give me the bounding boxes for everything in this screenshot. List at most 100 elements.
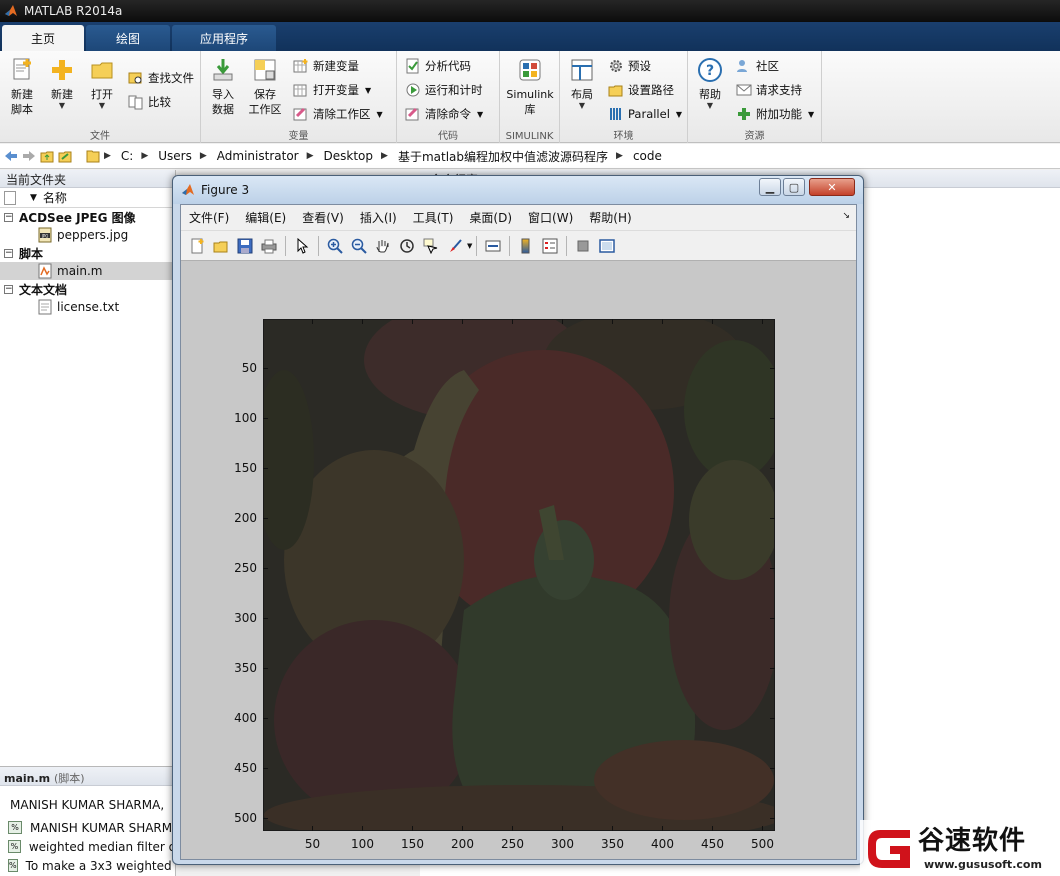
dock-arrow-icon[interactable]: ↘ — [842, 211, 850, 221]
open-button[interactable]: 打开 ▼ — [82, 57, 122, 110]
import-data-button[interactable]: 导入 数据 — [203, 57, 243, 117]
tab-plots[interactable]: 绘图 — [86, 25, 170, 51]
ribbon-group-code: 分析代码 运行和计时 清除命令 ▼ 代码 — [397, 51, 500, 143]
category-text[interactable]: − 文本文档 — [0, 280, 175, 298]
find-files-button[interactable]: 查找文件 — [128, 68, 194, 88]
help-button[interactable]: ? 帮助 ▼ — [690, 57, 730, 110]
up-folder-icon[interactable] — [40, 149, 54, 163]
toolbar-separator — [566, 235, 568, 256]
new-variable-button[interactable]: 新建变量 — [293, 56, 359, 76]
menu-insert[interactable]: 插入(I) — [352, 209, 405, 226]
clear-workspace-button[interactable]: 清除工作区 ▼ — [293, 104, 383, 124]
preferences-button[interactable]: 预设 — [608, 56, 651, 76]
figure-titlebar[interactable]: Figure 3 ▁ ▢ ✕ — [173, 176, 863, 204]
colorbar-icon[interactable] — [517, 237, 535, 255]
ribbon-group-variable: 导入 数据 保存 工作区 新建变量 打开变量 ▼ 清除工作区 ▼ 变量 — [201, 51, 397, 143]
breadcrumb-separator: ▶ — [199, 151, 207, 161]
menu-edit[interactable]: 编辑(E) — [237, 209, 294, 226]
axes-area[interactable]: 50 100 150 200 250 300 350 400 450 500 50 100 150 20… — [181, 261, 856, 859]
collapse-icon[interactable]: − — [4, 284, 13, 294]
x-tick-label: 100 — [351, 837, 374, 851]
menu-window[interactable]: 窗口(W) — [520, 209, 581, 226]
request-support-button[interactable]: 请求支持 — [736, 80, 802, 100]
request-support-icon — [736, 84, 752, 96]
analyze-code-button[interactable]: 分析代码 — [405, 56, 471, 76]
set-path-button[interactable]: 设置路径 — [608, 80, 674, 100]
new-figure-icon[interactable] — [188, 237, 206, 255]
run-and-time-button[interactable]: 运行和计时 — [405, 80, 483, 100]
menu-tools[interactable]: 工具(T) — [405, 209, 462, 226]
addons-label: 附加功能 — [756, 107, 802, 121]
minimize-button[interactable]: ▁ — [759, 178, 781, 196]
compare-button[interactable]: 比较 — [128, 92, 171, 112]
axis-ticks — [263, 319, 775, 831]
save-workspace-button[interactable]: 保存 工作区 — [245, 57, 285, 117]
layout-icon — [571, 59, 593, 81]
details-row-text: weighted median filter o — [28, 839, 176, 854]
category-script[interactable]: − 脚本 — [0, 244, 175, 262]
y-tick-label: 350 — [234, 660, 257, 675]
tab-home[interactable]: 主页 — [2, 25, 84, 51]
new-script-button[interactable]: 新建 脚本 — [2, 57, 42, 117]
save-ws-label-2: 工作区 — [248, 103, 282, 116]
simulink-library-button[interactable]: Simulink 库 — [502, 57, 558, 117]
file-item-main[interactable]: main.m — [0, 262, 175, 280]
parallel-button[interactable]: Parallel ▼ — [608, 104, 682, 124]
tab-apps[interactable]: 应用程序 — [172, 25, 276, 51]
request-support-label: 请求支持 — [756, 83, 802, 97]
layout-label: 布局 — [571, 88, 593, 101]
new-button[interactable]: 新建 ▼ — [42, 57, 82, 110]
hide-plot-tools-icon[interactable] — [574, 237, 592, 255]
layout-button[interactable]: 布局 ▼ — [562, 57, 602, 110]
breadcrumb-desktop[interactable]: Desktop — [324, 149, 374, 163]
open-variable-button[interactable]: 打开变量 ▼ — [293, 80, 371, 100]
y-tick-label: 400 — [234, 710, 257, 725]
breadcrumb-administrator[interactable]: Administrator — [217, 149, 299, 163]
community-button[interactable]: 社区 — [736, 56, 779, 76]
address-bar: ▶ C: ▶ Users ▶ Administrator ▶ Desktop ▶… — [0, 144, 1060, 169]
clear-commands-icon — [405, 107, 419, 121]
maximize-button[interactable]: ▢ — [783, 178, 805, 196]
breadcrumb-code[interactable]: code — [633, 149, 662, 163]
back-arrow-icon[interactable] — [4, 149, 18, 163]
menu-help[interactable]: 帮助(H) — [581, 209, 639, 226]
rotate-3d-icon[interactable] — [398, 237, 416, 255]
brush-icon[interactable] — [446, 237, 464, 255]
column-header[interactable]: ▼ 名称 — [0, 188, 175, 208]
forward-arrow-icon[interactable] — [22, 149, 36, 163]
collapse-icon[interactable]: − — [4, 212, 13, 222]
breadcrumb-users[interactable]: Users — [158, 149, 192, 163]
chevron-down-icon[interactable]: ▼ — [467, 242, 472, 250]
menu-desktop[interactable]: 桌面(D) — [461, 209, 520, 226]
save-icon[interactable] — [236, 237, 254, 255]
file-item-license[interactable]: license.txt — [0, 298, 175, 316]
pan-hand-icon[interactable] — [374, 237, 392, 255]
pointer-icon[interactable] — [293, 237, 311, 255]
file-item-peppers[interactable]: JPG peppers.jpg — [0, 226, 175, 244]
data-cursor-icon[interactable] — [422, 237, 440, 255]
zoom-out-icon[interactable] — [350, 237, 368, 255]
details-row-text: MANISH KUMAR SHARM — [30, 820, 173, 835]
legend-icon[interactable] — [541, 237, 559, 255]
menu-view[interactable]: 查看(V) — [294, 209, 352, 226]
close-button[interactable]: ✕ — [809, 178, 855, 196]
browse-folder-icon[interactable] — [58, 149, 72, 163]
addons-button[interactable]: 附加功能 ▼ — [736, 104, 814, 124]
x-tick-label: 400 — [651, 837, 674, 851]
menu-file[interactable]: 文件(F) — [181, 209, 237, 226]
breadcrumb-separator: ▶ — [616, 151, 623, 161]
gususoft-logo-icon — [868, 830, 910, 868]
zoom-in-icon[interactable] — [326, 237, 344, 255]
clear-commands-button[interactable]: 清除命令 ▼ — [405, 104, 483, 124]
open-file-icon[interactable] — [212, 237, 230, 255]
collapse-icon[interactable]: − — [4, 248, 13, 258]
category-jpeg[interactable]: − ACDSee JPEG 图像 — [0, 208, 175, 226]
show-plot-tools-icon[interactable] — [598, 237, 616, 255]
breadcrumb-project-folder[interactable]: 基于matlab编程加权中值滤波源码程序 — [398, 148, 608, 165]
code-group-name: 代码 — [438, 131, 458, 142]
link-plot-icon[interactable] — [484, 237, 502, 255]
print-icon[interactable] — [260, 237, 278, 255]
breadcrumb-drive[interactable]: C: — [121, 149, 133, 163]
file-label: main.m — [57, 264, 103, 278]
figure-window[interactable]: Figure 3 ▁ ▢ ✕ 文件(F) 编辑(E) 查看(V) 插入(I) 工… — [172, 175, 864, 865]
